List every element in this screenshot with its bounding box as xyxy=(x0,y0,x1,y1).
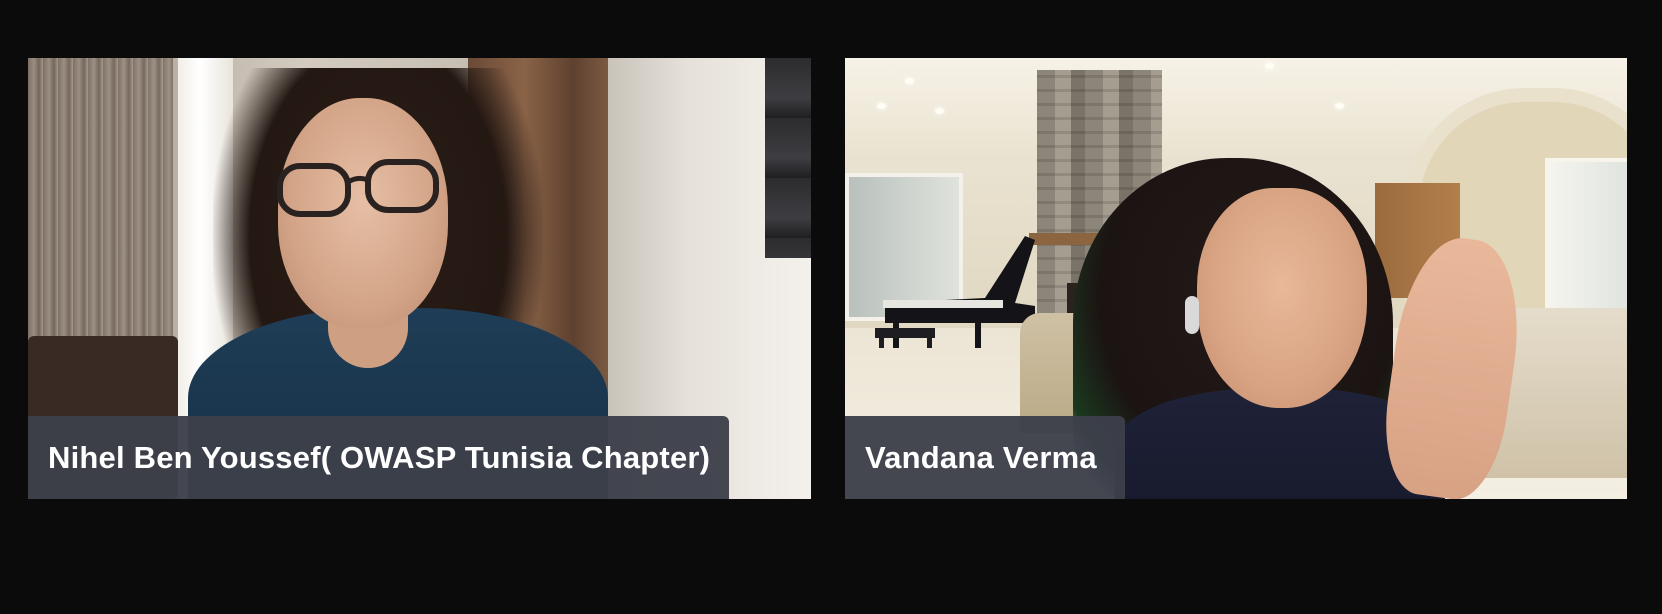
ceiling-light xyxy=(935,108,944,114)
headset-icon xyxy=(1185,296,1199,334)
ceiling-light xyxy=(877,103,886,109)
video-call-stage: Nihel Ben Youssef( OWASP Tunisia Chapter… xyxy=(0,0,1662,614)
ceiling-light xyxy=(905,78,914,84)
glasses-icon xyxy=(277,159,439,217)
participant-tile-2[interactable]: Vandana Verma xyxy=(845,58,1627,499)
shelf xyxy=(765,58,811,258)
participant-face xyxy=(1197,188,1367,408)
ceiling-light xyxy=(1335,103,1344,109)
window xyxy=(1545,158,1627,316)
participant-name-label: Nihel Ben Youssef( OWASP Tunisia Chapter… xyxy=(28,416,729,499)
piano-icon xyxy=(875,236,1035,348)
ceiling-light xyxy=(1265,63,1274,69)
participant-name-label: Vandana Verma xyxy=(845,416,1125,499)
participant-tile-1[interactable]: Nihel Ben Youssef( OWASP Tunisia Chapter… xyxy=(28,58,811,499)
